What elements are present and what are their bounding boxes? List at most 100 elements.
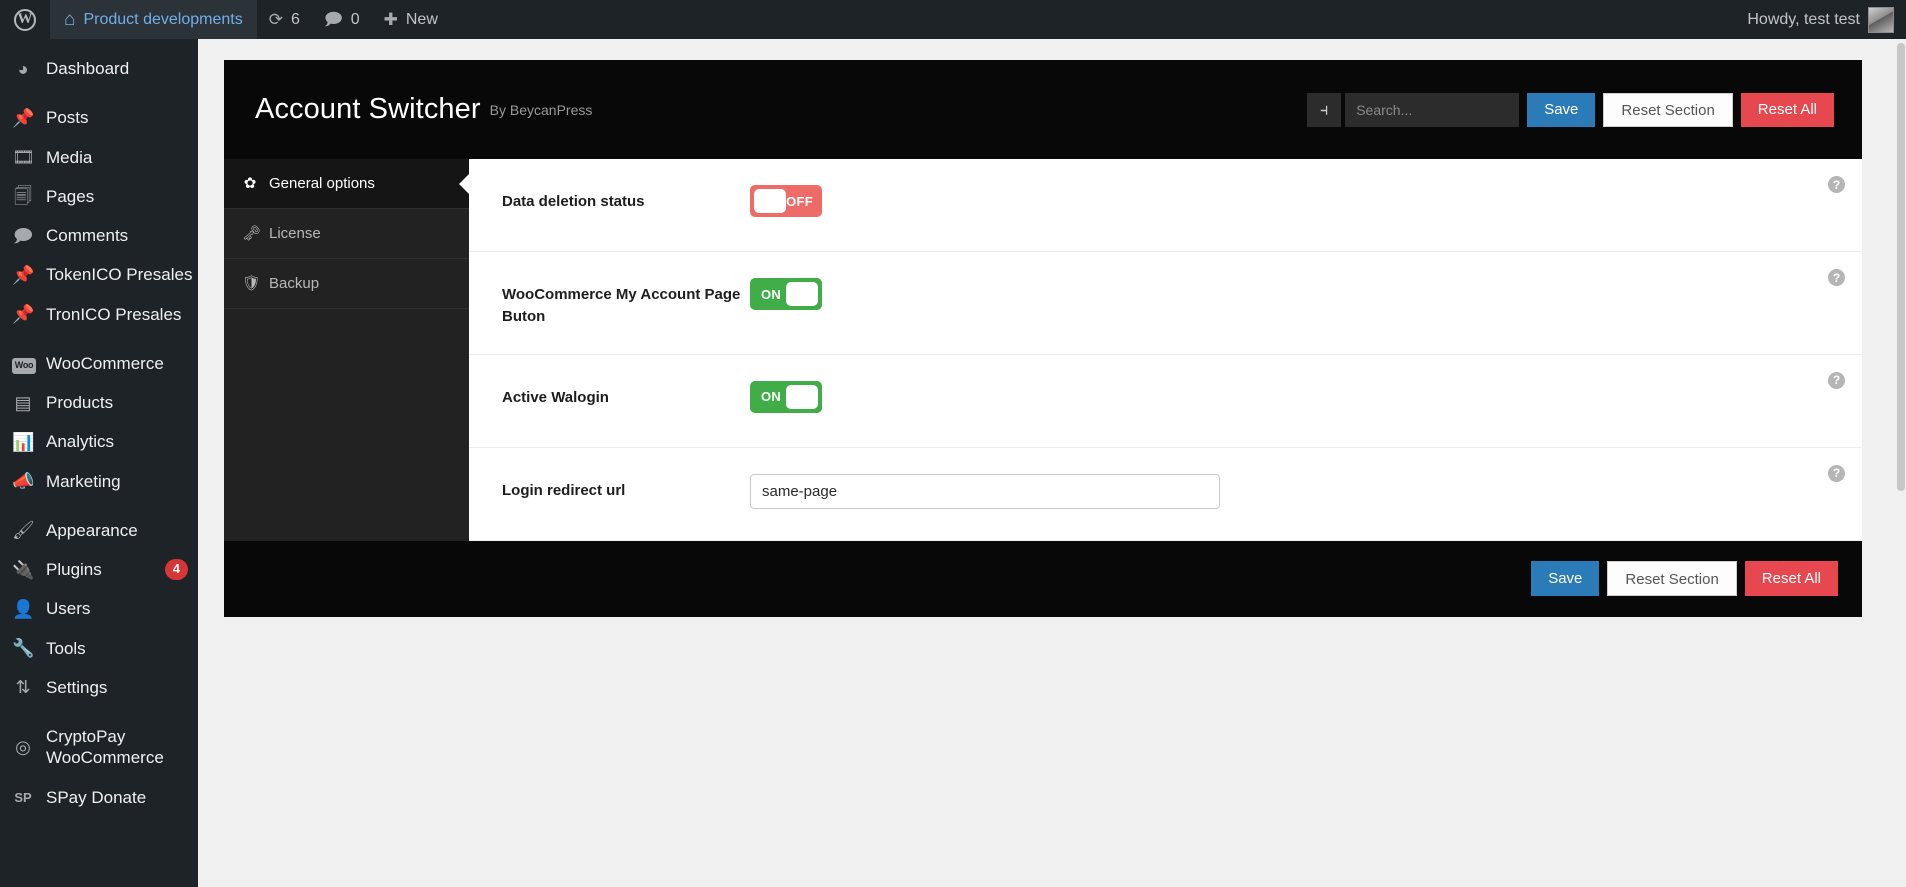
avatar (1868, 6, 1894, 33)
field-row-active-walogin: Active Walogin ON ? (469, 355, 1862, 448)
search-input[interactable] (1345, 92, 1520, 127)
panel-footer: Save Reset Section Reset All (224, 540, 1862, 617)
sidebar-item-appearance[interactable]: 🖌 Appearance (0, 511, 198, 550)
sidebar-item-posts[interactable]: 📌 Posts (0, 98, 198, 137)
sidebar-item-label: Products (46, 393, 114, 412)
sidebar-item-tronico-presales[interactable]: 📌 TronICO Presales (0, 295, 198, 334)
sidebar-item-label: CryptoPay WooCommerce (46, 727, 164, 768)
sidebar-item-settings[interactable]: ⇅ Settings (0, 668, 198, 707)
tab-label: Backup (269, 275, 320, 292)
scrollbar-thumb[interactable] (1897, 43, 1905, 491)
home-icon: ⌂ (64, 9, 76, 30)
sidebar-item-analytics[interactable]: 📊 Analytics (0, 422, 198, 461)
sidebar-item-label: Tools (46, 638, 86, 658)
footer-reset-section-button[interactable]: Reset Section (1607, 561, 1737, 596)
pages-icon: 🗐 (14, 186, 32, 207)
sidebar-item-spay-donate[interactable]: SP SPay Donate (0, 778, 198, 817)
dashboard-icon: ◕ (17, 58, 29, 79)
reset-section-button[interactable]: Reset Section (1603, 92, 1733, 127)
sidebar-item-label: Marketing (46, 471, 121, 491)
sidebar-item-marketing[interactable]: 📣 Marketing (0, 462, 198, 501)
collapse-sidebar-icon[interactable]: ⫞ (1307, 92, 1342, 127)
sidebar-item-woocommerce[interactable]: Woo WooCommerce (0, 344, 198, 383)
plugin-author: By BeycanPress (489, 101, 593, 118)
field-row-data-deletion-status: Data deletion status OFF ? (469, 159, 1862, 252)
howdy-label: Howdy, test test (1747, 10, 1860, 28)
field-control (750, 473, 1862, 509)
wordpress-logo-icon: W (14, 8, 36, 31)
cryptopay-icon: ◎ (15, 737, 31, 758)
admin-bar: W ⌂ Product developments ⟳ 6 🗩 0 ✚ New H… (0, 0, 1906, 39)
footer-save-button[interactable]: Save (1531, 561, 1600, 596)
sidebar-item-dashboard[interactable]: ◕ Dashboard (0, 49, 198, 88)
admin-content-area: Account Switcher By BeycanPress ⫞ Save R… (198, 39, 1906, 887)
gear-icon: ✿ (243, 175, 257, 192)
comments-button[interactable]: 🗩 0 (312, 0, 372, 39)
sidebar-item-label: WooCommerce (46, 353, 164, 373)
sidebar-item-tools[interactable]: 🔧 Tools (0, 629, 198, 668)
help-icon[interactable]: ? (1828, 464, 1845, 482)
plug-icon: 🔌 (12, 559, 35, 580)
login-redirect-url-input[interactable] (750, 473, 1220, 509)
field-control: ON (750, 380, 1862, 413)
tab-label: License (269, 225, 321, 242)
reset-all-button[interactable]: Reset All (1740, 92, 1834, 127)
spay-icon: SP (14, 789, 32, 805)
sidebar-item-label: Comments (46, 226, 129, 245)
settings-icon: ⇅ (15, 677, 31, 698)
save-button[interactable]: Save (1527, 92, 1596, 127)
new-label: New (405, 10, 438, 28)
account-menu-button[interactable]: Howdy, test test (1735, 0, 1906, 39)
field-control: OFF (750, 185, 1862, 217)
toggle-state-label: OFF (786, 193, 813, 209)
sidebar-item-label: Analytics (46, 432, 115, 452)
updates-button[interactable]: ⟳ 6 (257, 0, 312, 39)
updates-icon: ⟳ (268, 10, 283, 29)
woocommerce-icon: Woo (12, 353, 36, 374)
page-title: Account Switcher (255, 93, 481, 125)
settings-fields: Data deletion status OFF ? WooCommerce M… (469, 159, 1862, 541)
help-icon[interactable]: ? (1828, 371, 1845, 389)
panel-body: ✿ General options 🗝 License 🛡 Backup Dat… (224, 159, 1862, 541)
tab-license[interactable]: 🗝 License (224, 209, 469, 259)
admin-sidebar-menu: ◕ Dashboard 📌 Posts 🎞 Media 🗐 Pages 🗩 Co… (0, 39, 198, 887)
comment-icon: 🗩 (13, 225, 33, 246)
sidebar-item-label: Settings (46, 677, 108, 697)
pin-icon: 📌 (12, 107, 35, 128)
help-icon[interactable]: ? (1828, 269, 1845, 286)
tab-backup[interactable]: 🛡 Backup (224, 259, 469, 309)
site-name-button[interactable]: ⌂ Product developments (50, 0, 257, 39)
sidebar-item-plugins[interactable]: 🔌 Plugins 4 (0, 550, 198, 589)
pin-icon: 📌 (12, 304, 35, 325)
sidebar-item-media[interactable]: 🎞 Media (0, 138, 198, 177)
toggle-woocommerce-my-account-page-buton[interactable]: ON (750, 278, 822, 310)
page-scrollbar[interactable] (1896, 39, 1906, 887)
help-icon[interactable]: ? (1828, 176, 1845, 193)
comment-bubble-icon: 🗩 (323, 10, 343, 29)
analytics-icon: 📊 (12, 431, 35, 452)
updates-count: 6 (290, 10, 300, 28)
sidebar-item-tokenico-presales[interactable]: 📌 TokenICO Presales (0, 255, 198, 294)
shield-icon: 🛡 (242, 275, 262, 292)
toggle-state-label: ON (761, 286, 782, 302)
field-label: Data deletion status (502, 193, 645, 210)
comments-count: 0 (350, 10, 360, 28)
sidebar-item-comments[interactable]: 🗩 Comments (0, 216, 198, 255)
wordpress-logo-button[interactable]: W (0, 0, 50, 39)
megaphone-icon: 📣 (12, 471, 35, 492)
user-icon: 👤 (12, 598, 35, 619)
sidebar-item-label: Pages (46, 186, 95, 206)
new-content-button[interactable]: ✚ New (372, 0, 450, 39)
sidebar-item-label: SPay Donate (46, 787, 147, 807)
tab-general-options[interactable]: ✿ General options (224, 159, 470, 209)
toggle-knob (786, 384, 818, 409)
toggle-data-deletion-status[interactable]: OFF (750, 185, 822, 217)
footer-reset-all-button[interactable]: Reset All (1744, 561, 1838, 596)
toggle-knob (786, 282, 818, 306)
sidebar-item-label: Media (46, 147, 93, 167)
sidebar-item-pages[interactable]: 🗐 Pages (0, 177, 198, 216)
sidebar-item-users[interactable]: 👤 Users (0, 589, 198, 628)
sidebar-item-products[interactable]: ▤ Products (0, 383, 198, 422)
toggle-active-walogin[interactable]: ON (750, 380, 822, 413)
sidebar-item-cryptopay-woocommerce[interactable]: ◎ CryptoPay WooCommerce (0, 717, 198, 778)
